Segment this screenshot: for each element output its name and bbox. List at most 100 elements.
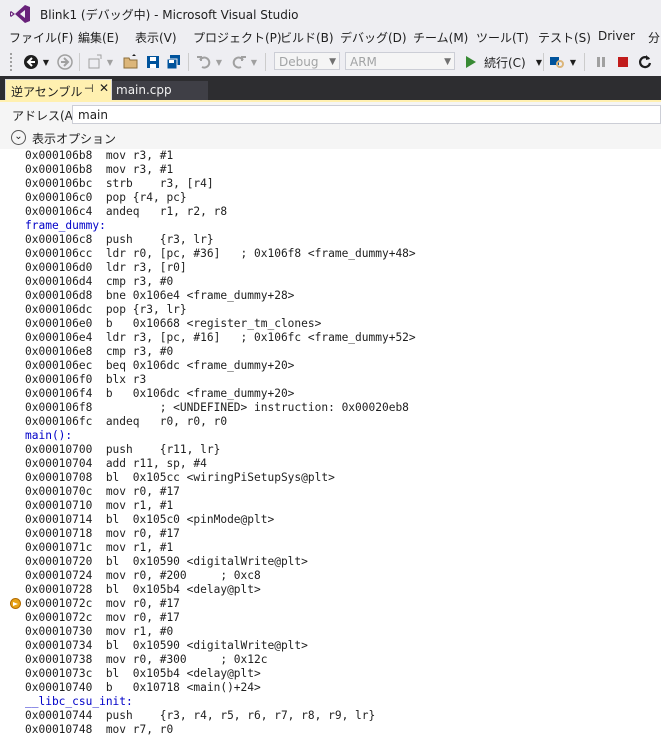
chevron-down-icon: ▼ bbox=[444, 57, 451, 67]
disassembly-line[interactable]: 0x000106b8 mov r3, #1 bbox=[25, 149, 173, 163]
find-dropdown-icon[interactable]: ▼ bbox=[568, 53, 578, 71]
disassembly-line[interactable]: 0x00010744 push {r3, r4, r5, r6, r7, r8,… bbox=[25, 709, 375, 723]
standard-toolbar: ▼ ▼ ▼ ▼ Debug ▼ ARM ▼ 続行(C) ▼ ▼ bbox=[0, 47, 661, 76]
disassembly-line[interactable]: 0x00010740 b 0x10718 <main()+24> bbox=[25, 681, 261, 695]
disassembly-line[interactable]: 0x000106ec beq 0x106dc <frame_dummy+20> bbox=[25, 359, 294, 373]
disassembly-line[interactable]: 0x0001072c mov r0, #17 bbox=[25, 597, 180, 611]
disassembly-line[interactable]: 0x0001071c mov r1, #1 bbox=[25, 541, 173, 555]
disassembly-label[interactable]: __libc_csu_init: bbox=[25, 695, 133, 709]
disassembly-line[interactable]: 0x000106b8 mov r3, #1 bbox=[25, 163, 173, 177]
disassembly-line[interactable]: 0x000106cc ldr r0, [pc, #36] ; 0x106f8 <… bbox=[25, 247, 416, 261]
disassembly-line[interactable]: 0x000106d4 cmp r3, #0 bbox=[25, 275, 173, 289]
disassembly-line[interactable]: 0x0001072c mov r0, #17 bbox=[25, 611, 180, 625]
menu-team[interactable]: チーム(M) bbox=[413, 29, 468, 46]
disassembly-line[interactable]: 0x000106c0 pop {r4, pc} bbox=[25, 191, 187, 205]
toolbar-separator bbox=[188, 53, 189, 71]
current-instruction-pointer-icon bbox=[10, 598, 21, 609]
disassembly-line[interactable]: 0x0001073c bl 0x105b4 <delay@plt> bbox=[25, 667, 261, 681]
disassembly-line[interactable]: 0x00010720 bl 0x10590 <digitalWrite@plt> bbox=[25, 555, 308, 569]
address-bar: アドレス(A): bbox=[0, 102, 661, 127]
disassembly-line[interactable]: 0x00010748 mov r7, r0 bbox=[25, 723, 173, 737]
menu-driver[interactable]: Driver bbox=[598, 29, 635, 43]
disassembly-line[interactable]: 0x000106d0 ldr r3, [r0] bbox=[25, 261, 187, 275]
pause-icon[interactable] bbox=[593, 53, 609, 71]
disassembly-view[interactable]: 0x000106b8 mov r3, #1 0x000106b8 mov r3, … bbox=[0, 149, 661, 736]
document-tab-strip: 逆アセンブル ⊣ ✕ main.cpp bbox=[0, 76, 661, 100]
disassembly-label[interactable]: main(): bbox=[25, 429, 72, 443]
redo-icon[interactable] bbox=[230, 53, 248, 71]
disassembly-line[interactable]: 0x0001070c mov r0, #17 bbox=[25, 485, 180, 499]
menu-tools[interactable]: ツール(T) bbox=[476, 29, 529, 46]
window-title: Blink1 (デバッグ中) - Microsoft Visual Studio bbox=[40, 8, 299, 22]
disassembly-line[interactable]: 0x000106f0 blx r3 bbox=[25, 373, 146, 387]
menu-bar: ファイル(F) 編集(E) 表示(V) プロジェクト(P) ビルド(B) デバッ… bbox=[0, 27, 661, 47]
disassembly-line[interactable]: 0x000106dc pop {r3, lr} bbox=[25, 303, 187, 317]
solution-configuration-dropdown[interactable]: Debug ▼ bbox=[274, 52, 340, 70]
disassembly-line[interactable]: 0x000106e8 cmp r3, #0 bbox=[25, 345, 173, 359]
tab-disassembly-label: 逆アセンブル bbox=[11, 85, 83, 99]
tab-disassembly[interactable]: 逆アセンブル ⊣ ✕ bbox=[5, 79, 112, 100]
undo-dropdown-icon[interactable]: ▼ bbox=[214, 53, 224, 71]
toolbar-grip[interactable] bbox=[9, 52, 13, 72]
chevron-down-icon[interactable]: ⌄ bbox=[11, 130, 26, 145]
menu-project[interactable]: プロジェクト(P) bbox=[193, 29, 282, 46]
menu-view[interactable]: 表示(V) bbox=[135, 29, 177, 46]
redo-dropdown-icon[interactable]: ▼ bbox=[249, 53, 259, 71]
disassembly-line[interactable]: 0x000106f8 ; <UNDEFINED> instruction: 0x… bbox=[25, 401, 409, 415]
toolbar-separator bbox=[543, 53, 544, 71]
menu-analyze[interactable]: 分 bbox=[648, 29, 660, 46]
disassembly-line[interactable]: 0x000106e0 b 0x10668 <register_tm_clones… bbox=[25, 317, 321, 331]
disassembly-line[interactable]: 0x000106e4 ldr r3, [pc, #16] ; 0x106fc <… bbox=[25, 331, 416, 345]
tab-main-cpp-label: main.cpp bbox=[116, 83, 172, 97]
menu-test[interactable]: テスト(S) bbox=[538, 29, 591, 46]
close-icon[interactable]: ✕ bbox=[99, 81, 109, 95]
disassembly-line[interactable]: 0x000106fc andeq r0, r0, r0 bbox=[25, 415, 227, 429]
disassembly-line[interactable]: 0x00010718 mov r0, #17 bbox=[25, 527, 180, 541]
disassembly-line[interactable]: 0x00010704 add r11, sp, #4 bbox=[25, 457, 207, 471]
find-icon[interactable] bbox=[548, 53, 566, 71]
disassembly-line[interactable]: 0x00010730 mov r1, #0 bbox=[25, 625, 173, 639]
menu-build[interactable]: ビルド(B) bbox=[280, 29, 334, 46]
menu-file[interactable]: ファイル(F) bbox=[9, 29, 73, 46]
disassembly-line[interactable]: 0x00010708 bl 0x105cc <wiringPiSetupSys@… bbox=[25, 471, 335, 485]
disassembly-line[interactable]: 0x000106c8 push {r3, lr} bbox=[25, 233, 214, 247]
menu-edit[interactable]: 編集(E) bbox=[78, 29, 119, 46]
restart-icon[interactable] bbox=[636, 53, 654, 71]
undo-icon[interactable] bbox=[195, 53, 213, 71]
chevron-down-icon: ▼ bbox=[329, 57, 336, 67]
disassembly-label[interactable]: frame_dummy: bbox=[25, 219, 106, 233]
disassembly-line[interactable]: 0x000106d8 bne 0x106e4 <frame_dummy+28> bbox=[25, 289, 294, 303]
disassembly-line[interactable]: 0x00010734 bl 0x10590 <digitalWrite@plt> bbox=[25, 639, 308, 653]
solution-platform-dropdown[interactable]: ARM ▼ bbox=[345, 52, 455, 70]
tab-main-cpp[interactable]: main.cpp bbox=[112, 81, 208, 100]
disassembly-line[interactable]: 0x00010724 mov r0, #200 ; 0xc8 bbox=[25, 569, 261, 583]
display-options-label[interactable]: 表示オプション bbox=[32, 130, 116, 147]
disassembly-line[interactable]: 0x00010728 bl 0x105b4 <delay@plt> bbox=[25, 583, 261, 597]
new-dropdown-icon[interactable]: ▼ bbox=[105, 53, 115, 71]
continue-button[interactable]: 続行(C) bbox=[484, 54, 526, 71]
disassembly-line[interactable]: 0x00010710 mov r1, #1 bbox=[25, 499, 173, 513]
new-project-icon[interactable] bbox=[86, 53, 104, 71]
save-all-icon[interactable] bbox=[165, 53, 183, 71]
display-options-bar: ⌄ 表示オプション bbox=[0, 127, 661, 149]
disassembly-line[interactable]: 0x000106c4 andeq r1, r2, r8 bbox=[25, 205, 227, 219]
pin-icon[interactable]: ⊣ bbox=[84, 82, 94, 95]
disassembly-line[interactable]: 0x00010714 bl 0x105c0 <pinMode@plt> bbox=[25, 513, 274, 527]
breakpoint-margin[interactable] bbox=[0, 149, 22, 736]
address-input[interactable] bbox=[72, 105, 661, 124]
disassembly-line[interactable]: 0x00010738 mov r0, #300 ; 0x12c bbox=[25, 653, 267, 667]
disassembly-line[interactable]: 0x000106bc strb r3, [r4] bbox=[25, 177, 214, 191]
back-dropdown-icon[interactable]: ▼ bbox=[41, 53, 51, 71]
title-bar: Blink1 (デバッグ中) - Microsoft Visual Studio bbox=[0, 0, 661, 27]
save-icon[interactable] bbox=[144, 53, 162, 71]
continue-icon[interactable] bbox=[463, 53, 479, 71]
open-icon[interactable] bbox=[122, 53, 140, 71]
back-icon[interactable] bbox=[22, 53, 40, 71]
toolbar-separator bbox=[79, 53, 80, 71]
platform-value: ARM bbox=[350, 55, 377, 69]
stop-icon[interactable] bbox=[615, 53, 631, 71]
disassembly-line[interactable]: 0x00010700 push {r11, lr} bbox=[25, 443, 220, 457]
forward-icon[interactable] bbox=[56, 53, 74, 71]
disassembly-line[interactable]: 0x000106f4 b 0x106dc <frame_dummy+20> bbox=[25, 387, 294, 401]
menu-debug[interactable]: デバッグ(D) bbox=[340, 29, 407, 46]
